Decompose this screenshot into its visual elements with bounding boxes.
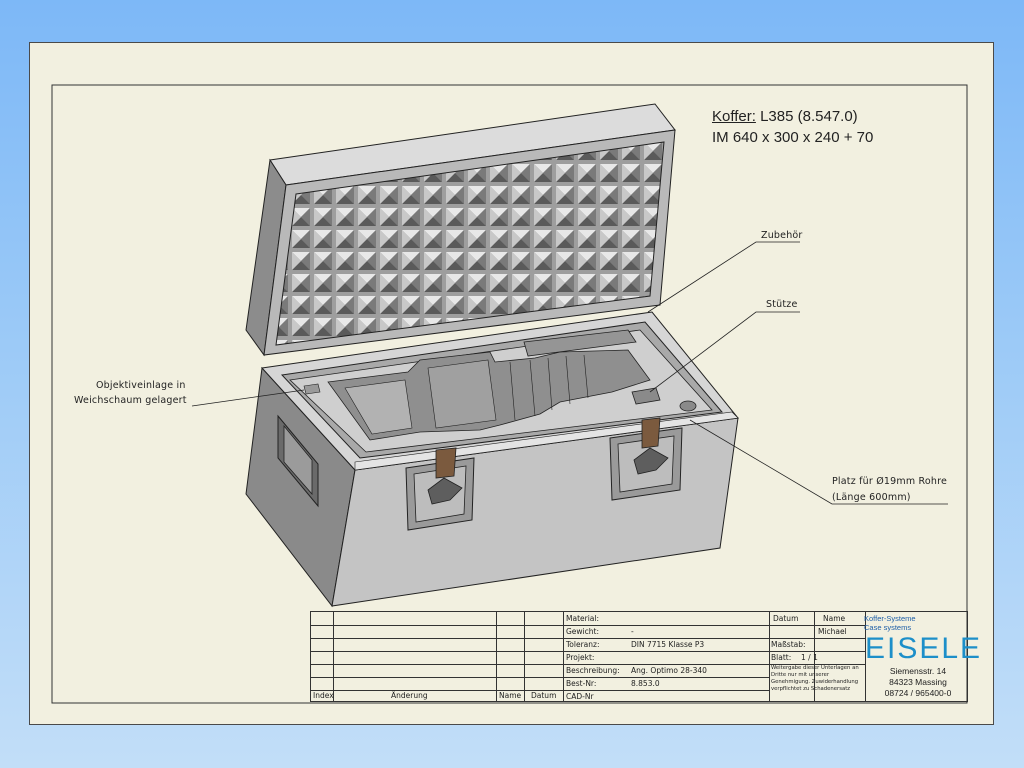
- header-index: Index: [313, 691, 334, 700]
- field-beschreibung-label: Beschreibung:: [566, 666, 620, 675]
- header-name-2: Name: [823, 614, 846, 623]
- field-bestnr-label: Best-Nr:: [566, 679, 597, 688]
- title-label: Koffer:: [712, 108, 756, 125]
- callout-objektiv-line2: Weichschaum gelagert: [74, 395, 187, 406]
- header-aenderung: Änderung: [391, 691, 428, 700]
- copyright-note: Weitergabe dieser Unterlagen an Dritte n…: [771, 665, 859, 692]
- field-blatt-value: 1 / 1: [801, 653, 818, 662]
- callout-platz-line1: Platz für Ø19mm Rohre: [832, 476, 948, 487]
- title-value: L385 (8.547.0): [760, 108, 858, 125]
- field-blatt-label: Blatt:: [771, 653, 792, 662]
- company-line2: Case systems: [864, 623, 912, 632]
- company-phone: 08724 / 965400-0: [884, 688, 952, 698]
- header-name: Name: [499, 691, 522, 700]
- field-name-value: Michael: [818, 627, 847, 636]
- callout-platz-line2: (Länge 600mm): [832, 492, 911, 503]
- company-city: 84323 Massing: [889, 677, 947, 687]
- field-toleranz-label: Toleranz:: [566, 640, 600, 649]
- company-line1: Koffer-Systeme: [864, 614, 916, 623]
- header-datum-2: Datum: [773, 614, 799, 623]
- case-lid: [245, 103, 676, 357]
- field-cadnr-label: CAD-Nr: [566, 692, 594, 701]
- field-massstab-label: Maßstab:: [771, 640, 806, 649]
- callout-stuetze: Stütze: [766, 299, 798, 310]
- header-datum: Datum: [531, 691, 557, 700]
- company-logo: EISELE: [865, 632, 983, 665]
- field-beschreibung-value: Ang. Optimo 28-340: [631, 666, 707, 675]
- field-gewicht-value: -: [631, 627, 634, 636]
- drawing-title: Koffer: L385 (8.547.0) IM 640 x 300 x 24…: [712, 106, 873, 148]
- callout-objektiv-line1: Objektiveinlage in: [96, 380, 186, 391]
- field-gewicht-label: Gewicht:: [566, 627, 599, 636]
- company-address: Siemensstr. 14 84323 Massing 08724 / 965…: [878, 666, 958, 699]
- field-material-label: Material:: [566, 614, 599, 623]
- field-toleranz-value: DIN 7715 Klasse P3: [631, 640, 705, 649]
- company-tagline: Koffer-Systeme Case systems: [864, 614, 916, 632]
- title-dimensions: IM 640 x 300 x 240 + 70: [712, 129, 874, 146]
- field-projekt-label: Projekt:: [566, 653, 595, 662]
- company-street: Siemensstr. 14: [889, 666, 947, 676]
- field-bestnr-value: 8.853.0: [631, 679, 660, 688]
- callout-zubehoer: Zubehör: [761, 230, 803, 241]
